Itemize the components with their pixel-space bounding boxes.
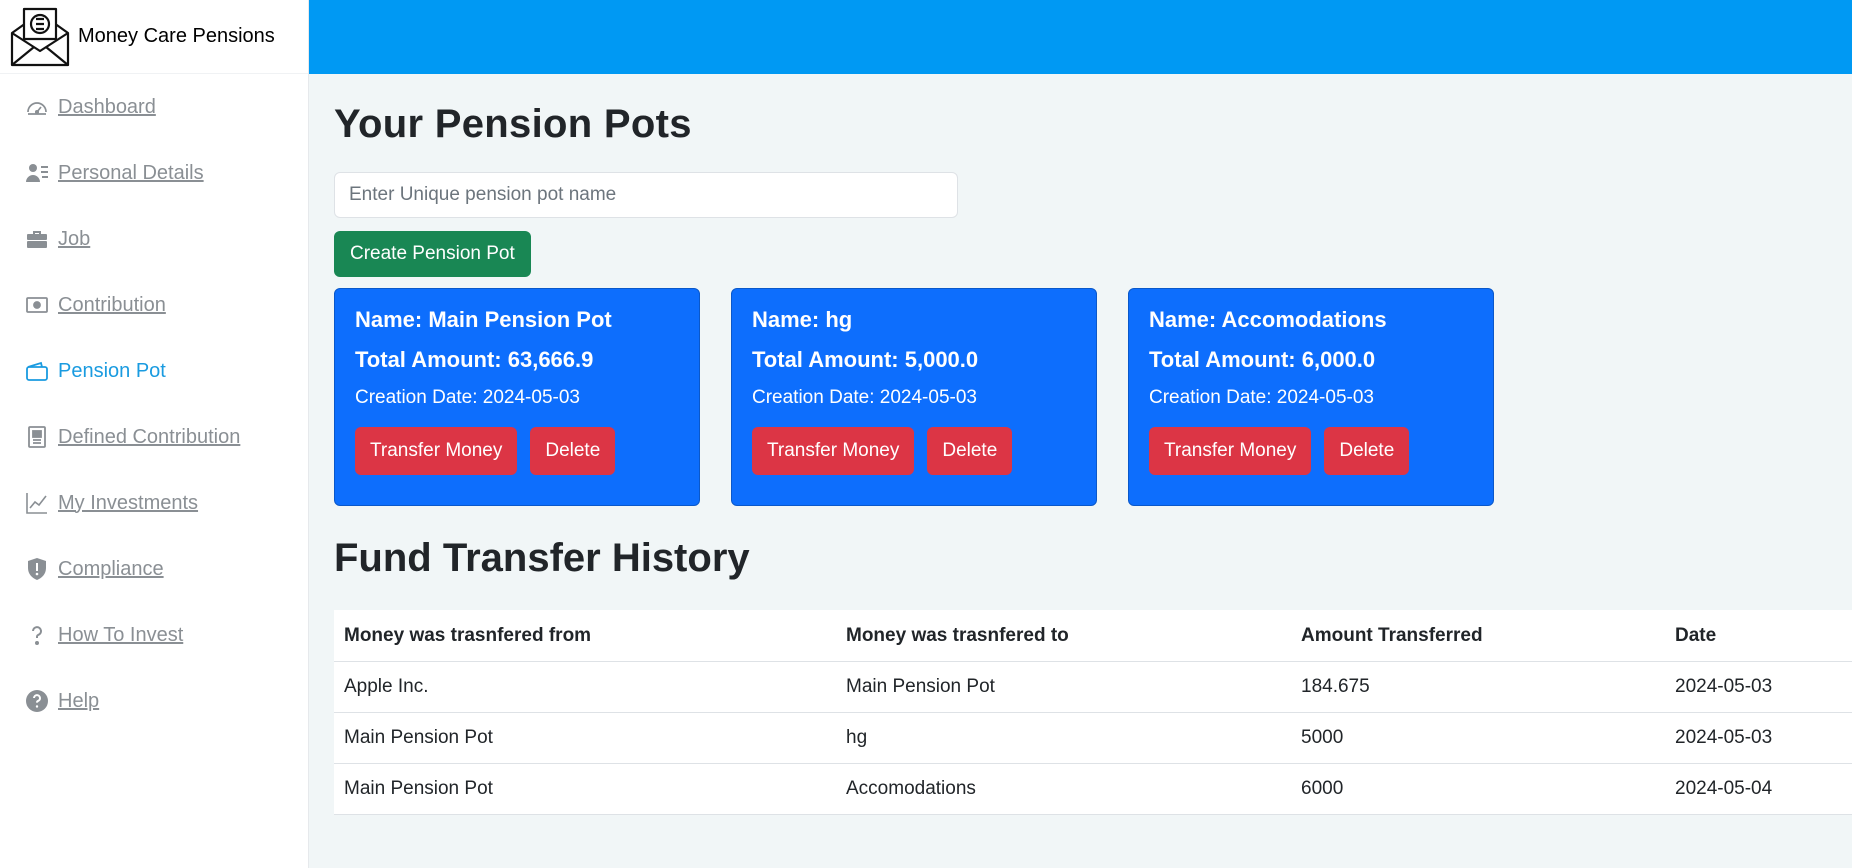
table-cell: 5000 xyxy=(1291,712,1665,764)
sidebar-item-defined-contribution[interactable]: Defined Contribution xyxy=(0,404,308,470)
sidebar-item-label: Defined Contribution xyxy=(58,425,241,448)
table-cell: 184.675 xyxy=(1291,661,1665,713)
question-circle-icon xyxy=(24,688,50,714)
delete-button[interactable]: Delete xyxy=(1324,427,1410,475)
column-header: Money was trasnfered from xyxy=(334,610,836,662)
sidebar-item-contribution[interactable]: Contribution xyxy=(0,272,308,338)
brand[interactable]: Money Care Pensions xyxy=(0,0,308,74)
sidebar-item-label: Contribution xyxy=(58,293,166,316)
pot-name: Name: Main Pension Pot xyxy=(355,307,612,332)
brand-name: Money Care Pensions xyxy=(78,25,275,47)
table-header-row: Money was trasnfered from Money was tras… xyxy=(334,610,1852,662)
speedometer-icon xyxy=(24,94,50,120)
main-content: Your Pension Pots Create Pension Pot Nam… xyxy=(334,74,1852,815)
pot-total-amount: Total Amount: 6,000.0 xyxy=(1149,347,1376,372)
top-bar xyxy=(309,0,1852,74)
sidebar: Money Care Pensions Dashboard Personal D… xyxy=(0,0,309,868)
fund-transfer-history-title: Fund Transfer History xyxy=(334,536,750,580)
column-header: Money was trasnfered to xyxy=(836,610,1291,662)
table-cell: 2024-05-03 xyxy=(1665,712,1852,764)
sidebar-item-help[interactable]: Help xyxy=(0,668,308,734)
column-header: Amount Transferred xyxy=(1291,610,1665,662)
sidebar-item-personal-details[interactable]: Personal Details xyxy=(0,140,308,206)
sidebar-item-pension-pot[interactable]: Pension Pot xyxy=(0,338,308,404)
pot-name: Name: Accomodations xyxy=(1149,307,1387,332)
fund-transfer-history-table: Money was trasnfered from Money was tras… xyxy=(334,610,1852,815)
table-row: Apple Inc. Main Pension Pot 184.675 2024… xyxy=(334,661,1852,713)
create-pension-pot-button[interactable]: Create Pension Pot xyxy=(334,231,531,277)
sidebar-item-label: Help xyxy=(58,689,100,712)
sidebar-item-label: Compliance xyxy=(58,557,164,580)
pot-name: Name: hg xyxy=(752,307,853,332)
transfer-money-button[interactable]: Transfer Money xyxy=(752,427,915,475)
table-cell: Main Pension Pot xyxy=(334,712,836,764)
table-row: Main Pension Pot hg 5000 2024-05-03 xyxy=(334,712,1852,764)
briefcase-icon xyxy=(24,226,50,252)
sidebar-item-compliance[interactable]: Compliance xyxy=(0,536,308,602)
pot-creation-date: Creation Date: 2024-05-03 xyxy=(1149,387,1374,408)
sidebar-item-label: Personal Details xyxy=(58,161,204,184)
sidebar-item-dashboard[interactable]: Dashboard xyxy=(0,74,308,140)
question-icon xyxy=(24,622,50,648)
table-cell: 2024-05-03 xyxy=(1665,661,1852,713)
graph-icon xyxy=(24,490,50,516)
table-row: Main Pension Pot Accomodations 6000 2024… xyxy=(334,763,1852,815)
journal-icon xyxy=(24,424,50,450)
delete-button[interactable]: Delete xyxy=(530,427,616,475)
logo-icon xyxy=(10,7,70,66)
pension-pot-cards: Name: Main Pension Pot Total Amount: 63,… xyxy=(334,288,1852,506)
sidebar-item-how-to-invest[interactable]: How To Invest xyxy=(0,602,308,668)
table-cell: Main Pension Pot xyxy=(836,661,1291,713)
table-cell: 6000 xyxy=(1291,763,1665,815)
page-title: Your Pension Pots xyxy=(334,102,692,146)
sidebar-item-label: Pension Pot xyxy=(58,359,166,382)
pot-total-amount: Total Amount: 63,666.9 xyxy=(355,347,594,372)
sidebar-item-label: Job xyxy=(58,227,91,250)
sidebar-item-label: My Investments xyxy=(58,491,199,514)
pot-creation-date: Creation Date: 2024-05-03 xyxy=(752,387,977,408)
table-cell: 2024-05-04 xyxy=(1665,763,1852,815)
delete-button[interactable]: Delete xyxy=(927,427,1013,475)
table-cell: Main Pension Pot xyxy=(334,763,836,815)
pot-creation-date: Creation Date: 2024-05-03 xyxy=(355,387,580,408)
sidebar-item-job[interactable]: Job xyxy=(0,206,308,272)
sidebar-nav: Dashboard Personal Details Job Contribut… xyxy=(0,74,308,734)
transfer-money-button[interactable]: Transfer Money xyxy=(355,427,518,475)
sidebar-item-label: Dashboard xyxy=(58,95,156,118)
table-cell: Apple Inc. xyxy=(334,661,836,713)
pension-pot-name-input[interactable] xyxy=(334,172,958,218)
person-lines-icon xyxy=(24,160,50,186)
wallet-icon xyxy=(24,358,50,384)
sidebar-item-label: How To Invest xyxy=(58,623,184,646)
column-header: Date xyxy=(1665,610,1852,662)
table-cell: Accomodations xyxy=(836,763,1291,815)
table-cell: hg xyxy=(836,712,1291,764)
pension-pot-card: Name: hg Total Amount: 5,000.0 Creation … xyxy=(731,288,1097,506)
pension-pot-card: Name: Main Pension Pot Total Amount: 63,… xyxy=(334,288,700,506)
pot-total-amount: Total Amount: 5,000.0 xyxy=(752,347,979,372)
transfer-money-button[interactable]: Transfer Money xyxy=(1149,427,1312,475)
cash-icon xyxy=(24,292,50,318)
shield-exclamation-icon xyxy=(24,556,50,582)
sidebar-item-my-investments[interactable]: My Investments xyxy=(0,470,308,536)
pension-pot-card: Name: Accomodations Total Amount: 6,000.… xyxy=(1128,288,1494,506)
